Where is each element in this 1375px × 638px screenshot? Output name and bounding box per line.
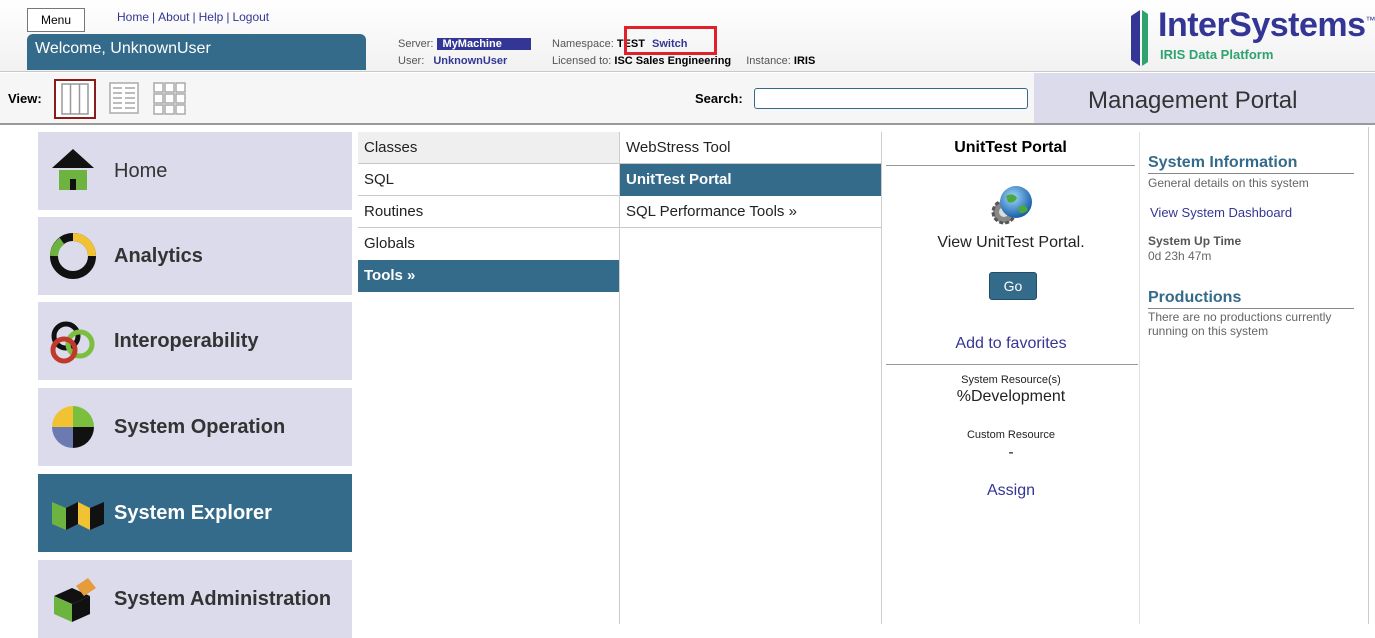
server-info: Server: MyMachine xyxy=(398,38,531,50)
menu-button[interactable]: Menu xyxy=(27,8,85,32)
nav-item-system-explorer[interactable]: System Explorer xyxy=(38,474,352,552)
menu-item-globals[interactable]: Globals xyxy=(358,228,619,260)
logo-text: InterSystems™ xyxy=(1158,6,1375,45)
system-resource-value: %Development xyxy=(956,388,1066,405)
intersystems-logo: InterSystems™ IRIS Data Platform xyxy=(1128,6,1375,68)
list-view-button[interactable] xyxy=(104,79,146,119)
top-header: Menu Home | About | Help | Logout Welcome, Unk… xyxy=(0,0,1375,72)
search-label: Search: xyxy=(695,91,743,106)
top-links: Home | About | Help | Logout xyxy=(117,10,269,24)
page-title: Management Portal xyxy=(1088,87,1298,114)
user-label: User: xyxy=(398,55,425,67)
nav-item-home[interactable]: Home xyxy=(38,132,352,210)
home-icon xyxy=(52,149,94,190)
logo-mark-icon xyxy=(1131,10,1148,66)
nav-label-system-administration: System Administration xyxy=(114,588,332,610)
left-nav: Home Analytics Interoperability System O… xyxy=(0,127,356,638)
list-view-icon xyxy=(109,82,139,114)
uptime-label: System Up Time xyxy=(1148,234,1242,248)
menu-item-routines[interactable]: Routines xyxy=(358,196,619,228)
logo-trademark: ™ xyxy=(1365,15,1375,27)
analytics-icon xyxy=(50,233,96,279)
license-info: Licensed to: ISC Sales Engineering Insta… xyxy=(552,55,815,67)
about-link[interactable]: About xyxy=(158,10,189,24)
detail-description: View UnitTest Portal. xyxy=(937,234,1085,251)
nav-label-system-explorer: System Explorer xyxy=(114,502,272,524)
go-button[interactable]: Go xyxy=(989,272,1037,300)
assign-link[interactable]: Assign xyxy=(882,482,1140,500)
link-separator: | xyxy=(152,10,156,24)
detail-panel: UnitTest Portal View UnitTest Portal. Go… xyxy=(882,132,1140,624)
help-link[interactable]: Help xyxy=(199,10,224,24)
server-value: MyMachine xyxy=(436,38,531,50)
system-administration-icon xyxy=(54,578,96,622)
home-link[interactable]: Home xyxy=(117,10,149,24)
column-view-icon xyxy=(61,83,89,115)
licensed-label: Licensed to: xyxy=(552,55,612,67)
licensed-value: ISC Sales Engineering xyxy=(614,55,732,67)
nav-label-system-operation: System Operation xyxy=(114,416,286,438)
productions-title: Productions xyxy=(1148,289,1354,309)
link-separator: | xyxy=(192,10,196,24)
welcome-banner: Welcome, UnknownUser xyxy=(27,34,366,70)
grid-view-button[interactable] xyxy=(150,79,192,119)
system-explorer-icon xyxy=(52,502,104,530)
right-divider xyxy=(1368,127,1369,624)
nav-item-interoperability[interactable]: Interoperability xyxy=(38,302,352,380)
portal-title-box: Management Portal xyxy=(1034,73,1375,123)
nav-label-interoperability: Interoperability xyxy=(114,330,259,352)
globe-gear-icon xyxy=(991,186,1032,225)
custom-resource-value: - xyxy=(1008,444,1014,461)
menu-column-1: Classes SQL Routines Globals Tools » xyxy=(358,132,620,624)
menu-item-sql[interactable]: SQL xyxy=(358,164,619,196)
link-separator: | xyxy=(226,10,230,24)
view-label: View: xyxy=(8,91,42,106)
add-to-favorites-link[interactable]: Add to favorites xyxy=(882,335,1140,353)
logout-link[interactable]: Logout xyxy=(232,10,269,24)
system-resource-label: System Resource(s) xyxy=(961,374,1061,386)
system-information-title: System Information xyxy=(1148,154,1354,174)
nav-label-analytics: Analytics xyxy=(114,245,203,267)
menu-item-sql-performance-tools[interactable]: SQL Performance Tools » xyxy=(620,196,881,228)
detail-divider xyxy=(886,364,1138,365)
productions-subtitle: There are no productions currently runni… xyxy=(1148,310,1332,338)
custom-resource-label: Custom Resource xyxy=(966,429,1056,441)
system-operation-icon xyxy=(52,406,94,448)
namespace-highlight-box xyxy=(624,26,717,55)
uptime-value: 0d 23h 47m xyxy=(1148,249,1212,263)
user-info: User: UnknownUser xyxy=(398,55,507,67)
nav-item-system-administration[interactable]: System Administration xyxy=(38,560,352,638)
main-content: Home Analytics Interoperability System O… xyxy=(0,127,1375,638)
grid-view-icon xyxy=(153,82,186,115)
view-toolbar: View: Search: Management Portal xyxy=(0,73,1375,125)
menu-item-unittest-portal[interactable]: UnitTest Portal xyxy=(620,164,881,196)
nav-label-home: Home xyxy=(114,160,168,182)
instance-value: IRIS xyxy=(793,55,816,67)
user-value: UnknownUser xyxy=(433,55,508,67)
instance-label: Instance: xyxy=(746,55,791,67)
system-information-subtitle: General details on this system xyxy=(1148,176,1309,190)
logo-subtitle: IRIS Data Platform xyxy=(1160,47,1274,62)
search-input[interactable] xyxy=(754,88,1028,109)
nav-item-system-operation[interactable]: System Operation xyxy=(38,388,352,466)
detail-title: UnitTest Portal xyxy=(886,132,1135,166)
menu-item-webstress-tool[interactable]: WebStress Tool xyxy=(620,132,881,164)
system-info-panel: System Information General details on th… xyxy=(1148,127,1358,619)
menu-column-2: WebStress Tool UnitTest Portal SQL Perfo… xyxy=(620,132,882,624)
server-label: Server: xyxy=(398,38,434,50)
menu-item-classes[interactable]: Classes xyxy=(358,132,619,164)
namespace-label: Namespace: xyxy=(552,38,614,50)
logo-wordmark: InterSystems xyxy=(1158,6,1366,44)
column-view-button[interactable] xyxy=(54,79,96,119)
interoperability-icon xyxy=(50,321,95,364)
menu-item-tools[interactable]: Tools » xyxy=(358,260,619,292)
nav-item-analytics[interactable]: Analytics xyxy=(38,217,352,295)
view-system-dashboard-link[interactable]: View System Dashboard xyxy=(1150,205,1292,220)
